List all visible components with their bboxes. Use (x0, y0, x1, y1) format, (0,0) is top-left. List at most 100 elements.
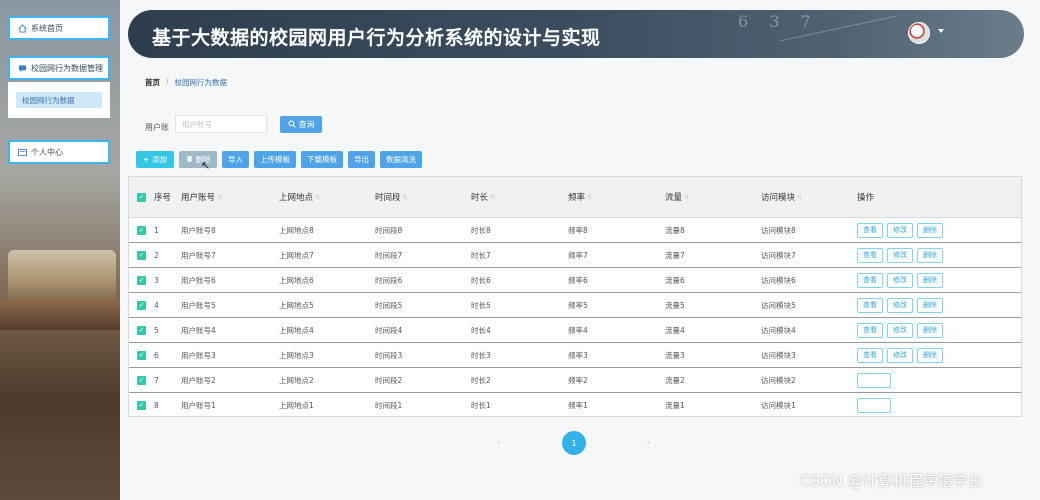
toolbar: + 添加 删除 导入 上传模板 下载模板 导出 数据清洗 (136, 151, 422, 168)
breadcrumb: 首页 / 校园网行为数据 (145, 77, 227, 88)
export-button[interactable]: 导出 (348, 151, 375, 168)
sidebar-subitem-campus-data[interactable]: 校园网行为数据 (16, 92, 102, 108)
delete-button[interactable]: 删除 (179, 151, 217, 168)
table-cell: 流量1 (665, 401, 685, 410)
edit-button[interactable]: 修改 (887, 347, 913, 363)
delete-row-button[interactable]: 删除 (917, 347, 943, 363)
page-number-button[interactable]: 1 (562, 431, 586, 455)
view-button[interactable]: 查看 (857, 247, 883, 263)
table-cell: 访问模块3 (761, 350, 796, 360)
table-header: ✓ 序号 用户账号 ⇅ 上网地点 ⇅ 时间段 ⇅ 时长 ⇅ 频率 ⇅ 流量 ⇅ 访问模块 ⇅ … (129, 177, 1021, 218)
action-button-placeholder[interactable] (857, 398, 891, 413)
table-cell: 用户账号4 (181, 325, 216, 335)
download-template-button[interactable]: 下载模板 (301, 151, 343, 168)
sidebar-item-label: 校园网行为数据管理 (31, 63, 103, 73)
table-cell: 用户账号7 (181, 250, 216, 260)
view-button[interactable]: 查看 (857, 222, 883, 238)
row-checkbox[interactable]: ✓ (137, 250, 146, 260)
row-checkbox[interactable]: ✓ (137, 300, 146, 310)
view-button[interactable]: 查看 (857, 272, 883, 288)
table-cell: 流量7 (665, 250, 685, 260)
sidebar-submenu: 校园网行为数据 (8, 82, 110, 118)
prev-page-button[interactable]: ‹ (497, 438, 500, 447)
sidebar-item-campus-data[interactable]: 校园网行为数据管理 (8, 56, 110, 80)
column-header[interactable]: 时间段 ⇅ (375, 191, 471, 203)
column-header: 操作 (857, 193, 875, 203)
chat-icon (18, 64, 27, 73)
caret-down-icon[interactable] (938, 29, 944, 33)
avatar[interactable] (908, 22, 930, 44)
trash-icon (186, 155, 193, 164)
view-button[interactable]: 查看 (857, 297, 883, 313)
sort-icon: ⇅ (217, 193, 223, 201)
table-row: ✓ 4 用户账号5 上网地点5 时间段5 时长5 频率5 流量5 访问模块5 查… (129, 293, 1021, 318)
edit-button[interactable]: 修改 (887, 297, 913, 313)
table-cell: 3 (154, 275, 159, 285)
edit-button[interactable]: 修改 (887, 247, 913, 263)
delete-row-button[interactable]: 删除 (917, 322, 943, 338)
table-cell: 访问模块6 (761, 275, 796, 285)
table-cell: 时长4 (471, 325, 491, 335)
table-cell: 时长8 (471, 225, 491, 235)
edit-button[interactable]: 修改 (887, 222, 913, 238)
select-all-checkbox[interactable]: ✓ (137, 192, 146, 202)
row-checkbox[interactable]: ✓ (137, 401, 146, 410)
column-header[interactable]: 上网地点 ⇅ (279, 191, 375, 203)
table-cell: 用户账号1 (181, 401, 216, 410)
table-cell: 访问模块5 (761, 300, 796, 310)
column-header[interactable]: 时长 ⇅ (471, 191, 568, 203)
table-cell: 访问模块1 (761, 401, 796, 410)
upload-template-button[interactable]: 上传模板 (254, 151, 296, 168)
table-cell: 时间段1 (375, 401, 403, 410)
table-cell: 用户账号6 (181, 275, 216, 285)
add-button[interactable]: + 添加 (136, 151, 174, 168)
table-row: ✓ 8 用户账号1 上网地点1 时间段1 时长1 频率1 流量1 访问模块1 (129, 393, 1021, 418)
search-button[interactable]: 查询 (280, 116, 322, 133)
column-header[interactable]: 流量 ⇅ (665, 191, 761, 203)
next-page-button[interactable]: › (647, 438, 650, 447)
sidebar-item-personal[interactable]: 个人中心 (8, 140, 110, 164)
table-cell: 流量5 (665, 300, 685, 310)
table-row: ✓ 2 用户账号7 上网地点7 时间段7 时长7 频率7 流量7 访问模块7 查… (129, 243, 1021, 268)
import-button[interactable]: 导入 (222, 151, 249, 168)
column-header[interactable]: 用户账号 ⇅ (181, 191, 279, 203)
delete-row-button[interactable]: 删除 (917, 297, 943, 313)
table-cell: 上网地点5 (279, 300, 314, 310)
row-checkbox[interactable]: ✓ (137, 275, 146, 285)
table-cell: 上网地点6 (279, 275, 314, 285)
row-checkbox[interactable]: ✓ (137, 350, 146, 360)
view-button[interactable]: 查看 (857, 322, 883, 338)
table-row: ✓ 3 用户账号6 上网地点6 时间段6 时长6 频率6 流量6 访问模块6 查… (129, 268, 1021, 293)
table-cell: 6 (154, 350, 159, 360)
table-cell: 上网地点4 (279, 325, 314, 335)
column-header[interactable]: 访问模块 ⇅ (761, 191, 857, 203)
row-checkbox[interactable]: ✓ (137, 375, 146, 385)
sort-icon: ⇅ (684, 193, 690, 201)
table-cell: 用户账号3 (181, 350, 216, 360)
table-cell: 流量4 (665, 325, 685, 335)
delete-row-button[interactable]: 删除 (917, 247, 943, 263)
table-row: ✓ 6 用户账号3 上网地点3 时间段3 时长3 频率3 流量3 访问模块3 查… (129, 343, 1021, 368)
delete-row-button[interactable]: 删除 (917, 222, 943, 238)
data-clean-button[interactable]: 数据清洗 (380, 151, 422, 168)
edit-button[interactable]: 修改 (887, 272, 913, 288)
table-cell: 时间段4 (375, 325, 403, 335)
table-cell: 时长5 (471, 300, 491, 310)
search-input[interactable] (175, 115, 267, 133)
table-cell: 时间段6 (375, 275, 403, 285)
table-cell: 访问模块2 (761, 375, 796, 385)
delete-row-button[interactable]: 删除 (917, 272, 943, 288)
breadcrumb-home[interactable]: 首页 (145, 77, 160, 88)
row-checkbox[interactable]: ✓ (137, 225, 146, 235)
table-cell: 访问模块8 (761, 225, 796, 235)
sidebar-item-home[interactable]: 系统首页 (8, 16, 110, 40)
column-header[interactable]: 频率 ⇅ (568, 191, 665, 203)
table-cell: 频率1 (568, 401, 588, 410)
table-cell: 用户账号2 (181, 375, 216, 385)
edit-button[interactable]: 修改 (887, 322, 913, 338)
table-cell: 时间段3 (375, 350, 403, 360)
row-checkbox[interactable]: ✓ (137, 325, 146, 335)
action-button-placeholder[interactable] (857, 372, 891, 388)
view-button[interactable]: 查看 (857, 347, 883, 363)
sort-icon: ⇅ (315, 193, 321, 201)
